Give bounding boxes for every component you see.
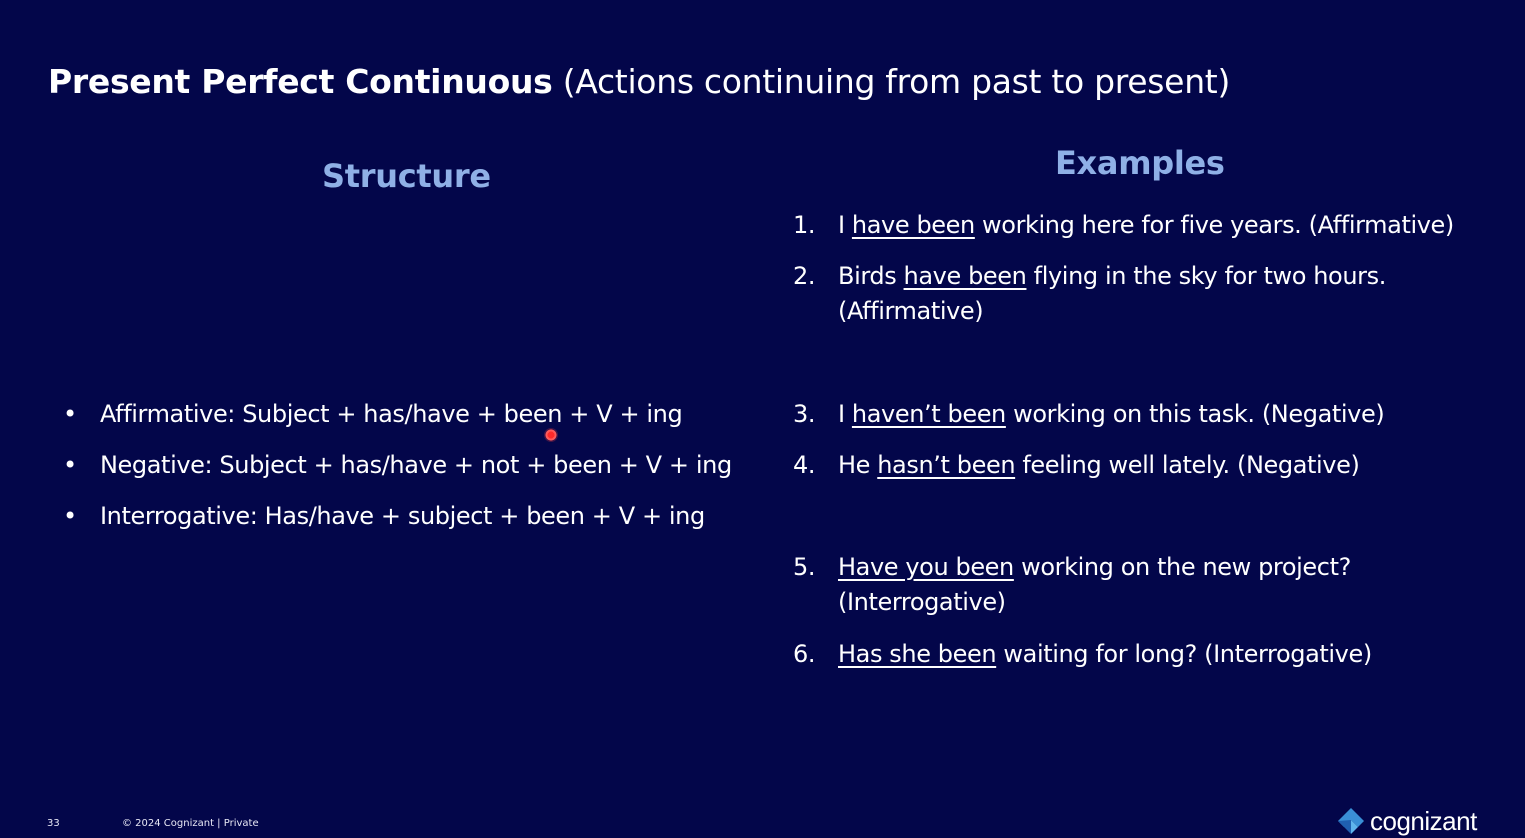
page-number: 33 [47, 818, 60, 829]
example-text: waiting for long? (Interrogative) [996, 640, 1372, 668]
slide-title-main: Present Perfect Continuous [48, 62, 553, 101]
bullet-icon: • [63, 400, 77, 428]
example-text: working on this task. (Negative) [1005, 400, 1385, 428]
example-underlined-verb: hasn’t been [877, 451, 1016, 479]
structure-item-negative: • Negative: Subject + has/have + not + be… [60, 447, 732, 483]
copyright-text: © 2024 Cognizant | Private [122, 818, 259, 829]
example-text: flying in the sky for two hours. [1026, 262, 1387, 290]
example-underlined-verb: Has she been [838, 640, 997, 668]
example-item-6: 6. Has she been waiting for long? (Interr… [793, 637, 1372, 672]
examples-heading: Examples [1055, 144, 1225, 182]
examples-list-interrogative: 5. Have you been working on the new proje… [793, 550, 1372, 672]
example-text: working here for five years. (Affirmativ… [974, 211, 1454, 239]
example-item-4: 4. He hasn’t been feeling well lately. (N… [793, 448, 1384, 483]
structure-item-affirmative: • Affirmative: Subject + has/have + been … [60, 396, 732, 432]
logo-text: cognizant [1370, 806, 1477, 836]
example-underlined-verb: have been [903, 262, 1027, 290]
examples-list-negative: 3. I haven’t been working on this task. (… [793, 397, 1385, 483]
slide-title-subtitle: (Actions continuing from past to present… [552, 62, 1231, 101]
cognizant-logo-icon [1338, 808, 1364, 834]
laser-pointer-icon [544, 428, 558, 442]
example-number: 2. [793, 262, 816, 290]
example-text-continued: (Interrogative) [838, 588, 1006, 616]
example-text: I [838, 211, 852, 239]
example-underlined-verb: have been [851, 211, 975, 239]
example-number: 3. [793, 400, 816, 428]
example-text: He [838, 451, 878, 479]
example-text: feeling well lately. (Negative) [1015, 451, 1360, 479]
structure-item-text: Negative: Subject + has/have + not + bee… [100, 451, 732, 479]
bullet-icon: • [63, 502, 77, 530]
slide: Present Perfect Continuous (Actions cont… [0, 0, 1525, 838]
example-text: Birds [838, 262, 904, 290]
structure-heading: Structure [322, 157, 491, 195]
example-number: 4. [793, 451, 816, 479]
cognizant-logo: cognizant [1336, 806, 1477, 836]
structure-item-interrogative: • Interrogative: Has/have + subject + bee… [60, 498, 732, 534]
example-underlined-verb: haven’t been [851, 400, 1006, 428]
example-text-continued: (Affirmative) [838, 297, 984, 325]
example-item-1: 1. I have been working here for five year… [793, 208, 1454, 243]
example-number: 6. [793, 640, 816, 668]
example-text: I [838, 400, 852, 428]
slide-title: Present Perfect Continuous (Actions cont… [48, 62, 1230, 102]
example-underlined-verb: Have you been [838, 553, 1014, 581]
example-item-3: 3. I haven’t been working on this task. (… [793, 397, 1385, 432]
example-text: working on the new project? [1013, 553, 1351, 581]
example-number: 5. [793, 553, 816, 581]
example-item-2: 2. Birds have been flying in the sky for … [793, 259, 1454, 329]
bullet-icon: • [63, 451, 77, 479]
examples-list-affirmative: 1. I have been working here for five year… [793, 208, 1454, 329]
structure-item-text: Interrogative: Has/have + subject + been… [100, 502, 705, 530]
structure-item-text: Affirmative: Subject + has/have + been +… [100, 400, 683, 428]
example-item-5: 5. Have you been working on the new proje… [793, 550, 1372, 620]
structure-list: • Affirmative: Subject + has/have + been … [60, 396, 732, 549]
example-number: 1. [793, 211, 816, 239]
